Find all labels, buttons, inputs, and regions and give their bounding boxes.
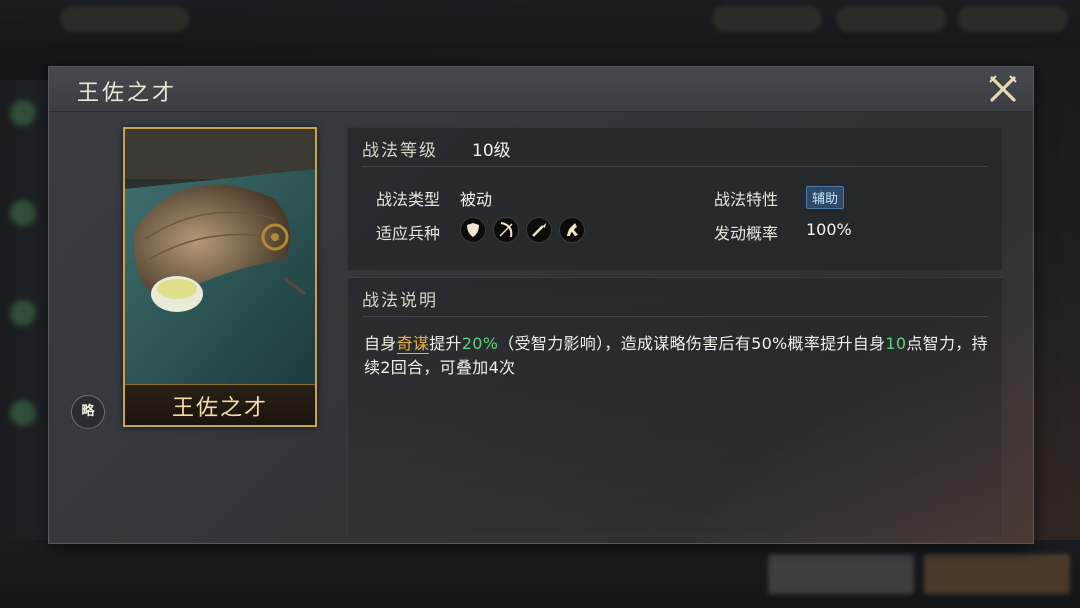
desc-value-highlight: 20% [461, 334, 499, 353]
close-button[interactable] [987, 73, 1019, 105]
skill-card-name-bar: 王佐之才 [125, 384, 315, 425]
close-icon [989, 75, 1017, 102]
skill-type-label: 战法类型 [376, 190, 441, 209]
strategy-type-badge[interactable]: 略 [71, 395, 105, 429]
keyword-link[interactable]: 奇谋 [396, 334, 430, 354]
background-blur [10, 400, 36, 426]
spear-icon [526, 217, 552, 243]
background-blur [712, 6, 822, 32]
trigger-rate-value: 100% [806, 220, 852, 239]
skill-level-label: 战法等级 [362, 141, 438, 161]
background-top-bar [0, 0, 1080, 48]
skill-card-artwork [125, 129, 315, 387]
skill-type-value: 被动 [460, 190, 493, 209]
background-side [0, 80, 48, 540]
skill-info-panel: 战法等级 10级 战法类型 被动 战法特性 辅助 适应兵种 发动概率 100% [347, 127, 1003, 271]
skill-description-panel: 战法说明 自身奇谋提升20%（受智力影响），造成谋略伤害后有50%概率提升自身1… [347, 277, 1003, 535]
skill-trait-label: 战法特性 [714, 190, 779, 209]
background-blur [10, 200, 36, 226]
skill-trait-tag: 辅助 [806, 186, 845, 209]
skill-card: 王佐之才 [123, 127, 317, 427]
background-blur [768, 554, 914, 594]
background-blur [958, 6, 1068, 32]
skill-level-value: 10级 [472, 141, 511, 161]
trigger-rate-label: 发动概率 [714, 224, 779, 243]
bow-icon [493, 217, 519, 243]
description-title: 战法说明 [362, 291, 438, 311]
background-blur [10, 300, 36, 326]
shield-icon [460, 217, 486, 243]
dialog-header: 王佐之才 [49, 67, 1033, 112]
desc-value-highlight: 10 [885, 334, 907, 353]
unit-type-label: 适应兵种 [376, 224, 441, 243]
background-blur [60, 6, 190, 32]
horse-icon [559, 217, 585, 243]
background-blur [836, 6, 946, 32]
dialog-title: 王佐之才 [77, 81, 178, 106]
desc-segment: 自身 [364, 334, 397, 353]
background-blur [10, 100, 36, 126]
divider [362, 316, 988, 317]
desc-segment: （受智力影响），造成谋略伤害后有50%概率提升自身 [498, 334, 886, 353]
description-text: 自身奇谋提升20%（受智力影响），造成谋略伤害后有50%概率提升自身10点智力，… [364, 332, 989, 380]
skill-card-name: 王佐之才 [171, 396, 268, 421]
unit-type-icons [460, 217, 590, 244]
background-bottom-bar [0, 540, 1080, 608]
background-blur [924, 554, 1070, 594]
skill-detail-dialog: 王佐之才 王佐之才 略 战法等级 10级 战法类型 被动 战法特性 辅助 适应兵… [48, 66, 1034, 544]
divider [362, 166, 988, 167]
desc-segment: 提升 [429, 334, 462, 353]
